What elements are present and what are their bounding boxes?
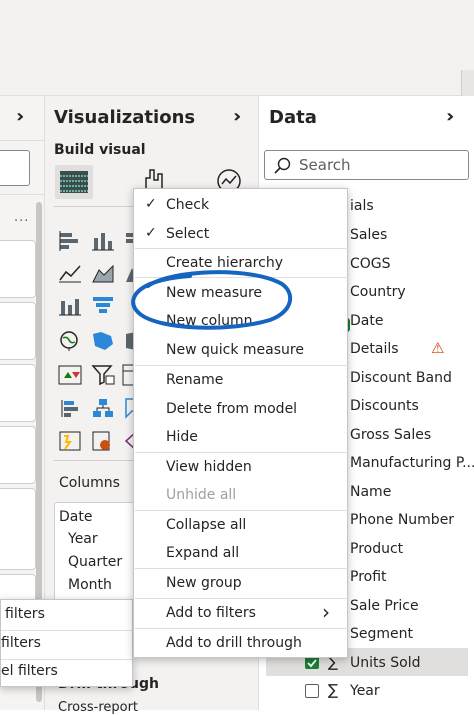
field-item[interactable]: Manufacturing P...	[350, 455, 474, 471]
divider	[1, 630, 132, 631]
data-search-input[interactable]: Search	[264, 150, 469, 180]
date-field-chip[interactable]: Date	[59, 509, 92, 525]
menu-item-select[interactable]: Select	[166, 226, 209, 242]
filter-card[interactable]	[0, 240, 36, 298]
table-visual-icon	[60, 171, 88, 193]
data-title: Data	[269, 107, 317, 128]
funnel-chart-icon[interactable]	[91, 295, 115, 317]
add-to-filters-submenu: filters filters el filters	[0, 599, 133, 687]
area-chart-icon[interactable]	[91, 262, 115, 284]
kpi-visual-icon[interactable]	[58, 364, 82, 386]
field-item[interactable]: Phone Number	[350, 512, 454, 528]
field-item[interactable]: Units Sold	[350, 655, 420, 671]
slicer-icon[interactable]	[91, 364, 115, 386]
menu-item-unhide-all: Unhide all	[166, 487, 237, 503]
visual-level-filters-item[interactable]: filters	[5, 606, 45, 622]
map-visual-icon[interactable]	[58, 330, 82, 352]
menu-item-new-quick-measure[interactable]: New quick measure	[166, 342, 304, 358]
line-chart-icon[interactable]	[58, 262, 82, 284]
divider	[135, 598, 349, 599]
field-item[interactable]: Segment	[350, 626, 413, 642]
divider	[1, 659, 132, 660]
field-item[interactable]: COGS	[350, 256, 391, 272]
cross-report-label: Cross-report	[58, 700, 139, 715]
table-name[interactable]: ials	[350, 198, 374, 214]
report-level-filters-item[interactable]: el filters	[1, 663, 58, 679]
stacked-bar-chart-icon[interactable]	[58, 230, 82, 252]
sigma-icon: ∑	[328, 681, 339, 699]
field-item[interactable]: Discounts	[350, 398, 419, 414]
menu-item-new-group[interactable]: New group	[166, 575, 242, 591]
key-influencers-icon[interactable]	[91, 397, 115, 419]
filter-search-input[interactable]	[0, 150, 30, 186]
filter-card[interactable]	[0, 488, 36, 570]
field-item[interactable]: Name	[350, 484, 391, 500]
divider	[135, 452, 349, 453]
filter-card[interactable]	[0, 426, 36, 484]
field-item[interactable]: Year	[350, 683, 380, 699]
build-visual-label: Build visual	[54, 142, 146, 158]
scrollbar[interactable]	[461, 70, 474, 96]
field-item[interactable]: Details	[350, 341, 399, 357]
menu-item-expand-all[interactable]: Expand all	[166, 545, 239, 561]
stacked-column-chart-icon[interactable]	[91, 230, 115, 252]
ribbon-area	[0, 0, 474, 96]
decomposition-tree-icon[interactable]	[58, 397, 82, 419]
chevron-right-icon: ›	[322, 600, 330, 624]
menu-item-add-to-drill-through[interactable]: Add to drill through	[166, 635, 302, 651]
search-placeholder: Search	[299, 156, 351, 174]
more-options-icon[interactable]: ...	[14, 210, 29, 225]
menu-item-new-column[interactable]: New column	[166, 313, 253, 329]
menu-item-hide[interactable]: Hide	[166, 429, 198, 445]
line-and-column-chart-icon[interactable]	[58, 295, 82, 317]
divider	[135, 568, 349, 569]
columns-label: Columns	[59, 475, 120, 491]
field-item[interactable]: Discount Band	[350, 370, 452, 386]
page-level-filters-item[interactable]: filters	[1, 635, 41, 651]
divider	[0, 194, 45, 195]
filter-card[interactable]	[0, 302, 36, 360]
divider	[135, 277, 349, 278]
collapse-filters-icon[interactable]: ››	[16, 106, 26, 127]
warning-icon: ⚠	[431, 339, 445, 357]
field-item[interactable]: Product	[350, 541, 403, 557]
field-item[interactable]: Sale Price	[350, 598, 419, 614]
check-icon	[307, 659, 317, 668]
menu-item-view-hidden[interactable]: View hidden	[166, 459, 252, 475]
field-item[interactable]: Profit	[350, 569, 387, 585]
filled-map-icon[interactable]	[91, 330, 115, 352]
collapse-visualizations-icon[interactable]: ››	[233, 106, 243, 127]
year-checkbox[interactable]	[305, 684, 319, 698]
menu-item-check[interactable]: Check	[166, 197, 209, 213]
date-part-quarter[interactable]: Quarter	[68, 554, 122, 570]
menu-item-create-hierarchy[interactable]: Create hierarchy	[166, 255, 283, 271]
collapse-data-icon[interactable]: ››	[446, 106, 456, 127]
divider	[135, 365, 349, 366]
build-visual-tab[interactable]	[55, 165, 93, 199]
field-item[interactable]: Gross Sales	[350, 427, 431, 443]
smart-narrative-icon[interactable]	[58, 430, 82, 452]
menu-item-rename[interactable]: Rename	[166, 372, 223, 388]
field-item[interactable]: Sales	[350, 227, 387, 243]
filter-card[interactable]	[0, 364, 36, 422]
menu-item-delete-from-model[interactable]: Delete from model	[166, 401, 297, 417]
paginated-report-icon[interactable]	[91, 430, 115, 452]
field-item[interactable]: Country	[350, 284, 406, 300]
divider	[135, 628, 349, 629]
field-item[interactable]: Date	[350, 313, 383, 329]
check-icon: ✓	[145, 196, 157, 212]
field-context-menu: ✓ Check ✓ Select Create hierarchy New me…	[133, 188, 349, 658]
search-icon	[274, 157, 291, 174]
menu-item-collapse-all[interactable]: Collapse all	[166, 517, 246, 533]
divider	[135, 510, 349, 511]
check-icon: ✓	[145, 225, 157, 241]
divider	[0, 140, 45, 141]
menu-item-new-measure[interactable]: New measure	[166, 285, 262, 301]
menu-item-add-to-filters[interactable]: Add to filters	[166, 605, 256, 621]
visualizations-title: Visualizations	[54, 107, 196, 128]
divider	[135, 248, 349, 249]
date-part-year[interactable]: Year	[68, 531, 98, 547]
date-part-month[interactable]: Month	[68, 577, 112, 593]
